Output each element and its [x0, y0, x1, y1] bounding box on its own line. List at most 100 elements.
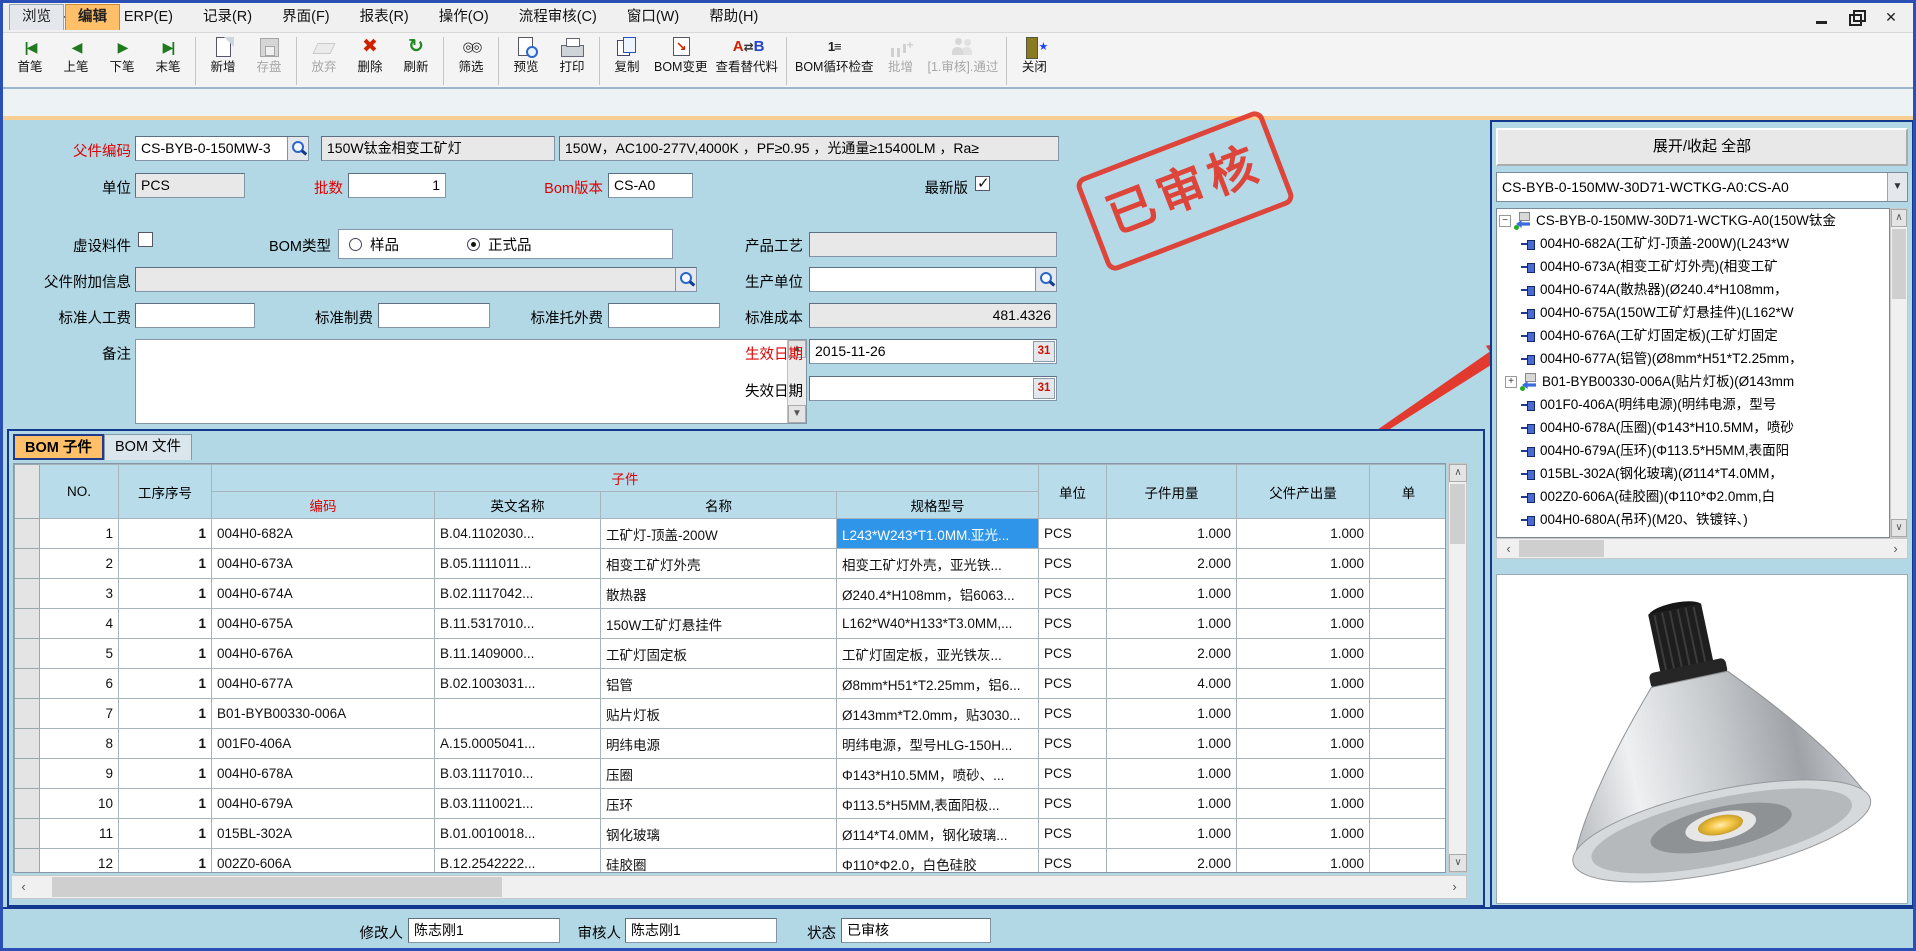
- minimize-icon[interactable]: [1813, 9, 1833, 27]
- table-cell[interactable]: 工矿灯-顶盖-200W: [601, 519, 837, 549]
- lookup-icon[interactable]: [1035, 268, 1056, 291]
- lookup-icon[interactable]: [675, 268, 696, 291]
- tab-bom-children[interactable]: BOM 子件: [13, 434, 104, 460]
- table-cell[interactable]: 明纬电源，型号HLG-150H...: [837, 729, 1039, 759]
- scroll-right-icon[interactable]: ›: [1443, 876, 1466, 898]
- table-cell[interactable]: Ø240.4*H108mm，铝6063...: [837, 579, 1039, 609]
- bom-version-input[interactable]: CS-A0: [608, 173, 693, 198]
- table-cell[interactable]: 1: [119, 639, 212, 669]
- table-cell[interactable]: 12: [40, 849, 119, 874]
- expand-collapse-all-button[interactable]: 展开/收起 全部: [1496, 128, 1908, 166]
- col-header-name[interactable]: 名称: [601, 492, 837, 519]
- table-cell[interactable]: B.11.5317010...: [435, 609, 601, 639]
- table-cell[interactable]: 钢化玻璃: [601, 819, 837, 849]
- toolbar-button-bom-change[interactable]: BOM变更: [650, 35, 711, 75]
- table-cell[interactable]: [1370, 639, 1447, 669]
- table-cell[interactable]: 3: [40, 579, 119, 609]
- tree-root-node[interactable]: −CS-BYB-0-150MW-30D71-WCTKG-A0(150W钛金: [1497, 209, 1889, 232]
- table-cell[interactable]: PCS: [1039, 579, 1107, 609]
- dummy-part-checkbox[interactable]: [138, 232, 153, 247]
- table-cell[interactable]: [435, 699, 601, 729]
- scroll-left-icon[interactable]: ‹: [12, 876, 35, 898]
- table-cell[interactable]: 004H0-675A: [212, 609, 435, 639]
- table-cell[interactable]: 004H0-677A: [212, 669, 435, 699]
- table-cell[interactable]: 11: [40, 819, 119, 849]
- col-header-seq[interactable]: 工序序号: [119, 465, 212, 519]
- toolbar-button-next-record[interactable]: ▶下笔: [99, 35, 145, 75]
- col-header-extra[interactable]: 单: [1370, 465, 1447, 519]
- menu-item-8[interactable]: 帮助(H): [694, 3, 773, 32]
- col-header-spec[interactable]: 规格型号: [837, 492, 1039, 519]
- table-cell[interactable]: 硅胶圈: [601, 849, 837, 874]
- toolbar-button-prev-record[interactable]: ◀上笔: [53, 35, 99, 75]
- table-cell[interactable]: 8: [40, 729, 119, 759]
- table-cell[interactable]: PCS: [1039, 519, 1107, 549]
- table-cell[interactable]: 1: [119, 669, 212, 699]
- table-cell[interactable]: PCS: [1039, 759, 1107, 789]
- table-cell[interactable]: 压环: [601, 789, 837, 819]
- toolbar-button-delete[interactable]: ✖删除: [347, 35, 393, 75]
- table-cell[interactable]: PCS: [1039, 699, 1107, 729]
- table-cell[interactable]: 1: [119, 549, 212, 579]
- table-cell[interactable]: 1: [119, 519, 212, 549]
- table-cell[interactable]: 1.000: [1237, 519, 1370, 549]
- table-cell[interactable]: B.05.1111011...: [435, 549, 601, 579]
- toolbar-button-new-doc[interactable]: 新增: [200, 35, 246, 75]
- table-cell[interactable]: 1.000: [1237, 609, 1370, 639]
- table-cell[interactable]: 4.000: [1107, 669, 1237, 699]
- scroll-right-icon[interactable]: ›: [1884, 539, 1907, 561]
- toolbar-button-first-record[interactable]: |◀首笔: [7, 35, 53, 75]
- table-cell[interactable]: 1.000: [1237, 849, 1370, 874]
- row-selector[interactable]: [15, 819, 40, 849]
- restore-icon[interactable]: [1847, 9, 1867, 27]
- table-cell[interactable]: 1.000: [1107, 789, 1237, 819]
- menu-item-2[interactable]: 记录(R): [188, 3, 267, 32]
- table-cell[interactable]: B.03.1110021...: [435, 789, 601, 819]
- tab-browse[interactable]: 浏览: [9, 4, 64, 30]
- scrollbar-thumb[interactable]: [1519, 540, 1604, 557]
- bom-version-dropdown[interactable]: CS-BYB-0-150MW-30D71-WCTKG-A0:CS-A0 ▼: [1496, 172, 1908, 202]
- row-selector[interactable]: [15, 669, 40, 699]
- table-horizontal-scrollbar[interactable]: ‹ ›: [11, 875, 1467, 899]
- calendar-icon[interactable]: 31: [1033, 341, 1055, 362]
- table-cell[interactable]: Φ113.5*H5MM,表面阳极...: [837, 789, 1039, 819]
- tree-node[interactable]: 004H0-674A(散热器)(Ø240.4*H108mm，: [1497, 278, 1889, 301]
- tree-node[interactable]: 001F0-406A(明纬电源)(明纬电源，型号: [1497, 393, 1889, 416]
- tab-bom-files[interactable]: BOM 文件: [104, 434, 192, 460]
- table-cell[interactable]: PCS: [1039, 819, 1107, 849]
- calendar-icon[interactable]: 31: [1033, 378, 1055, 399]
- table-cell[interactable]: 004H0-676A: [212, 639, 435, 669]
- std-labor-input[interactable]: [135, 303, 255, 328]
- row-selector[interactable]: [15, 549, 40, 579]
- scrollbar-thumb[interactable]: [52, 877, 502, 897]
- table-cell[interactable]: 1.000: [1107, 729, 1237, 759]
- toolbar-button-refresh[interactable]: ↻刷新: [393, 35, 439, 75]
- toolbar-button-print[interactable]: 打印: [549, 35, 595, 75]
- table-cell[interactable]: [1370, 789, 1447, 819]
- scroll-down-icon[interactable]: ▼: [788, 405, 806, 423]
- table-cell[interactable]: B.01.0010018...: [435, 819, 601, 849]
- table-cell[interactable]: 1: [119, 699, 212, 729]
- table-cell[interactable]: 1.000: [1237, 549, 1370, 579]
- table-cell[interactable]: B01-BYB00330-006A: [212, 699, 435, 729]
- table-cell[interactable]: 004H0-673A: [212, 549, 435, 579]
- table-cell[interactable]: 1.000: [1107, 699, 1237, 729]
- scrollbar-thumb[interactable]: [1450, 484, 1465, 544]
- collapse-icon[interactable]: −: [1499, 215, 1511, 227]
- table-cell[interactable]: 10: [40, 789, 119, 819]
- radio-formal[interactable]: [467, 238, 480, 251]
- toolbar-button-last-record[interactable]: ▶|末笔: [145, 35, 191, 75]
- table-cell[interactable]: B.04.1102030...: [435, 519, 601, 549]
- table-cell[interactable]: [1370, 729, 1447, 759]
- table-cell[interactable]: B.03.1117010...: [435, 759, 601, 789]
- remark-textarea[interactable]: ▲ ▼: [135, 339, 807, 424]
- col-header-unit[interactable]: 单位: [1039, 465, 1107, 519]
- table-cell[interactable]: 1.000: [1237, 699, 1370, 729]
- table-cell[interactable]: 1: [40, 519, 119, 549]
- table-cell[interactable]: Ø114*T4.0MM，钢化玻璃...: [837, 819, 1039, 849]
- lookup-icon[interactable]: [287, 137, 308, 160]
- table-cell[interactable]: 1: [119, 789, 212, 819]
- table-cell[interactable]: 004H0-679A: [212, 789, 435, 819]
- close-icon[interactable]: ✕: [1881, 9, 1901, 27]
- scroll-down-icon[interactable]: ∨: [1891, 519, 1907, 537]
